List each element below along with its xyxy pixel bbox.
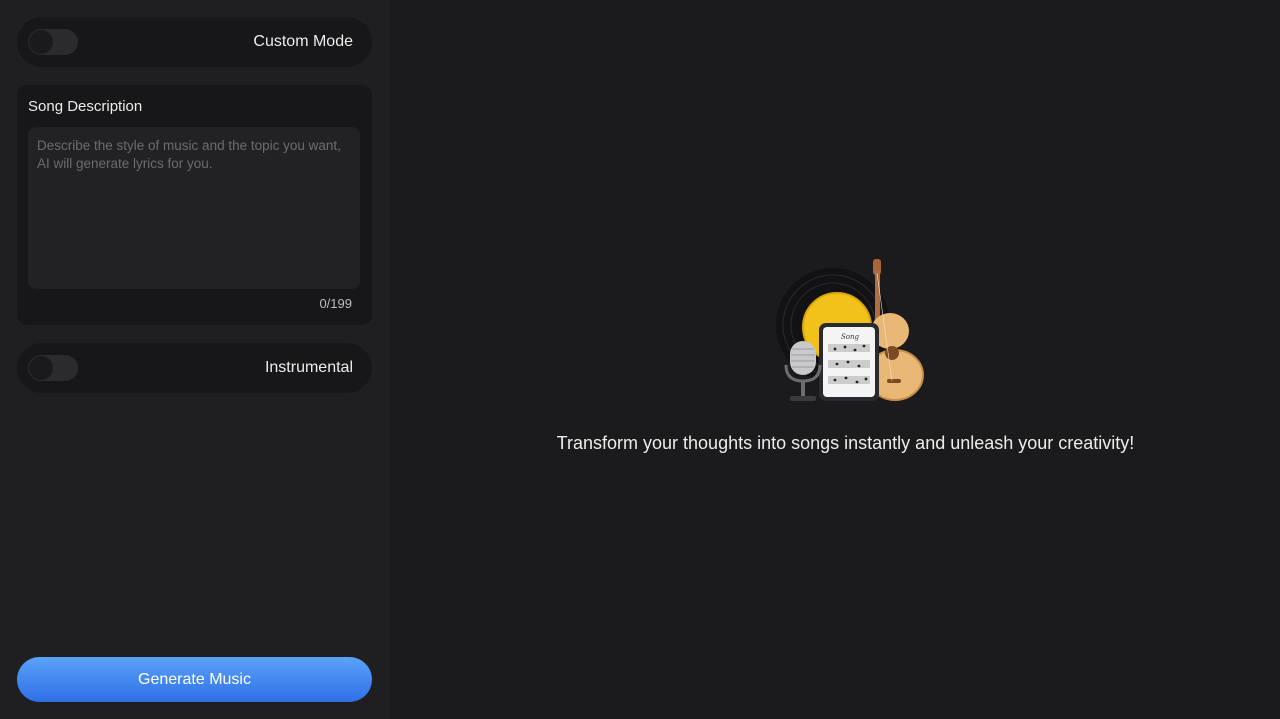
instrumental-row: Instrumental <box>17 343 372 393</box>
toggle-knob <box>29 30 53 54</box>
sheet-title: Song <box>841 333 860 341</box>
instrumental-toggle[interactable] <box>28 355 78 381</box>
custom-mode-label: Custom Mode <box>253 33 353 50</box>
sheet-music-tablet-icon: Song <box>819 323 879 401</box>
instrumental-label: Instrumental <box>264 359 353 376</box>
custom-mode-row: Custom Mode <box>17 17 372 67</box>
song-description-input[interactable] <box>28 127 360 289</box>
sidebar: Custom Mode Song Description 0/199 Instr… <box>0 0 390 719</box>
toggle-knob <box>29 356 53 380</box>
tagline: Transform your thoughts into songs insta… <box>556 433 1135 453</box>
character-counter: 0/199 <box>319 296 352 311</box>
song-description-title: Song Description <box>28 98 143 115</box>
music-instruments-illustration: Song <box>776 259 924 401</box>
custom-mode-toggle[interactable] <box>28 29 78 55</box>
generate-music-button[interactable]: Generate Music <box>17 657 372 702</box>
main-panel: Song Transform your thoughts into songs … <box>390 0 1280 719</box>
song-description-card: Song Description 0/199 <box>17 85 372 325</box>
